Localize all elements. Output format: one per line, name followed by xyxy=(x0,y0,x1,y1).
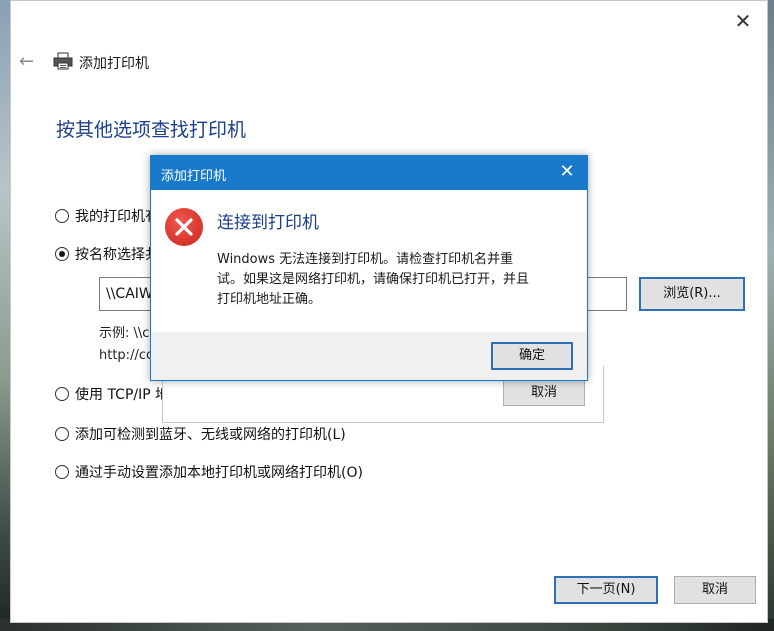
option-label: 使用 TCP/IP 地 xyxy=(75,387,170,403)
background-dialog-cancel-button[interactable]: 取消 xyxy=(503,380,585,406)
dialog-title: 添加打印机 xyxy=(161,169,227,184)
error-dialog: 添加打印机 ✕ 连接到打印机 Windows 无法连接到打印机。请检查打印机名并… xyxy=(150,155,588,381)
option-tcp-ip[interactable]: 使用 TCP/IP 地 xyxy=(55,384,169,404)
dialog-footer: 确定 xyxy=(151,332,587,380)
option-manual-settings[interactable]: 通过手动设置添加本地打印机或网络打印机(O) xyxy=(55,462,363,482)
example-line-2: http://co xyxy=(99,348,154,363)
option-printer-not-listed[interactable]: 我的打印机有 xyxy=(55,206,159,226)
browse-button[interactable]: 浏览(R)... xyxy=(639,277,745,311)
option-select-shared-by-name[interactable]: 按名称选择共 xyxy=(55,244,159,264)
window-close-icon[interactable]: ✕ xyxy=(733,11,753,31)
dialog-message: Windows 无法连接到打印机。请检查打印机名并重 试。如果这是网络打印机，请… xyxy=(217,250,583,310)
next-button[interactable]: 下一页(N) xyxy=(554,576,658,604)
example-hint: 示例: \\c http://co xyxy=(99,323,154,367)
option-label: 按名称选择共 xyxy=(75,247,159,263)
dialog-titlebar: 添加打印机 ✕ xyxy=(151,156,587,190)
option-label: 通过手动设置添加本地打印机或网络打印机(O) xyxy=(75,465,363,481)
message-line-2: 试。如果这是网络打印机，请确保打印机已打开，并且 xyxy=(217,272,530,287)
window-title: 添加打印机 xyxy=(79,56,149,72)
radio-button[interactable] xyxy=(55,427,69,441)
message-line-3: 打印机地址正确。 xyxy=(217,292,322,307)
back-arrow-icon[interactable]: ← xyxy=(19,51,34,72)
error-icon xyxy=(165,208,203,246)
option-label: 我的打印机有 xyxy=(75,209,159,225)
radio-button[interactable] xyxy=(55,209,69,223)
dialog-heading: 连接到打印机 xyxy=(217,213,319,233)
message-line-1: Windows 无法连接到打印机。请检查打印机名并重 xyxy=(217,252,514,267)
option-bluetooth-wireless[interactable]: 添加可检测到蓝牙、无线或网络的打印机(L) xyxy=(55,424,346,444)
dialog-close-icon[interactable]: ✕ xyxy=(557,162,577,182)
option-label: 添加可检测到蓝牙、无线或网络的打印机(L) xyxy=(75,427,346,443)
radio-button-checked[interactable] xyxy=(55,247,69,261)
example-line-1: 示例: \\c xyxy=(99,326,150,341)
radio-button[interactable] xyxy=(55,387,69,401)
page-heading: 按其他选项查找打印机 xyxy=(56,119,247,141)
ok-button[interactable]: 确定 xyxy=(491,342,573,370)
cancel-button[interactable]: 取消 xyxy=(674,576,756,604)
printer-icon xyxy=(53,52,73,70)
radio-button[interactable] xyxy=(55,465,69,479)
